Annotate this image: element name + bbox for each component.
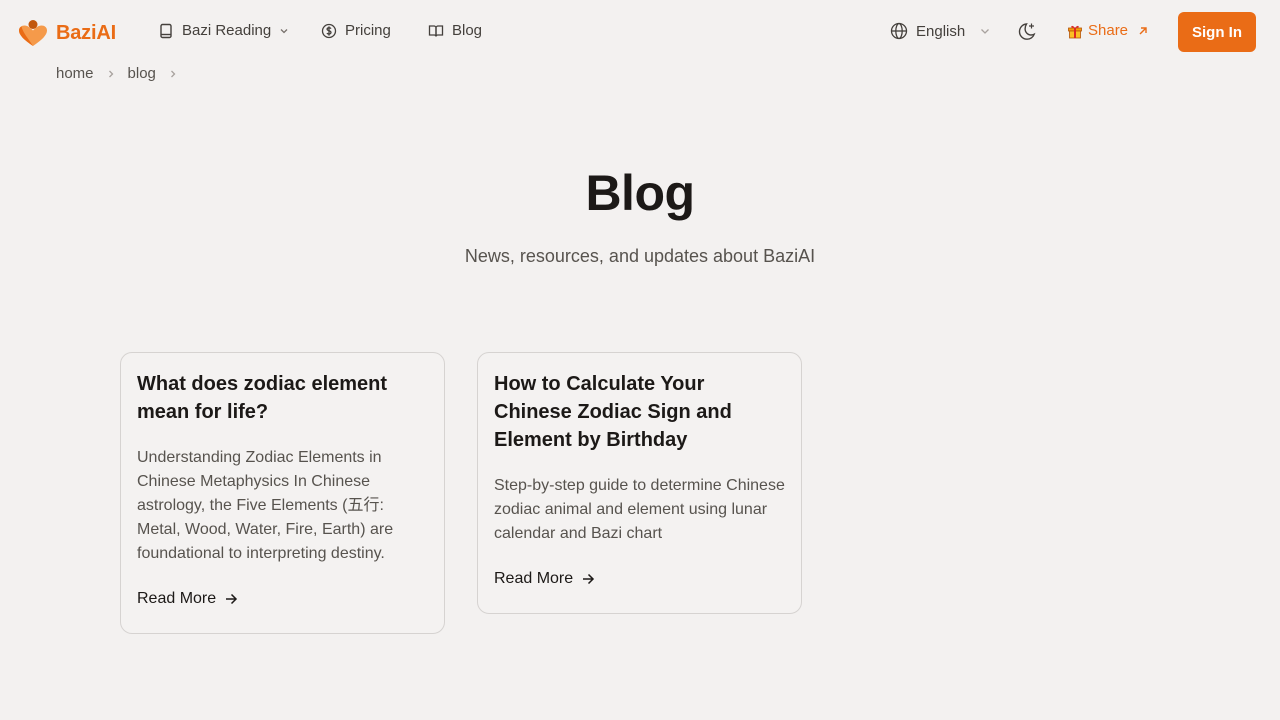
chevron-right-icon xyxy=(106,69,116,79)
share-link[interactable]: Share xyxy=(1067,22,1149,39)
globe-icon xyxy=(890,22,908,40)
brand-logo[interactable]: BaziAI xyxy=(18,18,116,48)
post-description: Step-by-step guide to determine Chinese … xyxy=(494,477,785,542)
share-label: Share xyxy=(1088,22,1129,39)
nav-blog[interactable]: Blog xyxy=(428,22,482,39)
nav-bazi-reading[interactable]: Bazi Reading xyxy=(158,22,289,39)
chevron-down-icon xyxy=(280,28,288,33)
page-title: Blog xyxy=(585,165,695,221)
top-navbar: BaziAI Bazi Reading Pricing Blog English… xyxy=(0,0,1280,64)
arrow-right-icon xyxy=(583,573,595,585)
post-title[interactable]: What does zodiac element mean for life? xyxy=(137,370,428,426)
chevron-down-icon xyxy=(981,29,990,34)
book-icon xyxy=(160,23,172,38)
breadcrumb-home[interactable]: home xyxy=(56,65,94,82)
blog-post-card[interactable]: What does zodiac element mean for life? … xyxy=(120,352,445,634)
sign-in-button[interactable]: Sign In xyxy=(1178,12,1256,52)
dollar-circle-icon xyxy=(321,23,337,38)
arrow-up-right-icon xyxy=(1139,26,1147,34)
nav-blog-label: Blog xyxy=(452,22,483,39)
read-more-label: Read More xyxy=(137,590,217,607)
nav-bazi-reading-label: Bazi Reading xyxy=(182,22,272,39)
heart-logo-icon xyxy=(19,20,47,46)
read-more-label: Read More xyxy=(494,570,574,587)
moon-sparkle-icon xyxy=(1018,23,1036,40)
brand-name: BaziAI xyxy=(56,21,116,44)
language-selector[interactable]: English xyxy=(890,22,991,40)
post-title[interactable]: How to Calculate Your Chinese Zodiac Sig… xyxy=(494,370,785,454)
breadcrumb: home blog xyxy=(56,65,190,82)
chevron-right-icon xyxy=(168,69,178,79)
nav-pricing[interactable]: Pricing xyxy=(321,22,391,39)
breadcrumb-blog[interactable]: blog xyxy=(128,65,156,82)
arrow-right-icon xyxy=(226,593,238,605)
gift-icon xyxy=(1068,25,1082,38)
page-subtitle: News, resources, and updates about BaziA… xyxy=(464,246,816,266)
blog-post-card[interactable]: How to Calculate Your Chinese Zodiac Sig… xyxy=(477,352,802,614)
theme-toggle-button[interactable] xyxy=(1014,20,1038,44)
read-more-link[interactable]: Read More xyxy=(137,590,428,608)
open-book-icon xyxy=(428,24,444,37)
language-label: English xyxy=(916,22,966,40)
read-more-link[interactable]: Read More xyxy=(494,570,785,588)
nav-pricing-label: Pricing xyxy=(345,22,391,39)
post-description: Understanding Zodiac Elements in Chinese… xyxy=(137,449,394,562)
